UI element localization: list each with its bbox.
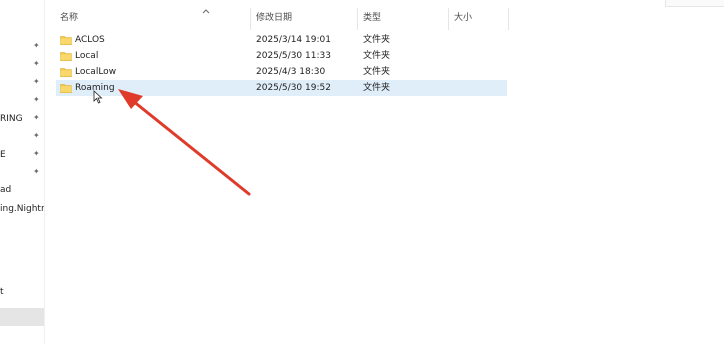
nav-item-label[interactable]: RING xyxy=(0,113,23,125)
column-header-name[interactable]: 名称 xyxy=(55,8,250,30)
file-modified: 2025/3/14 19:01 xyxy=(256,35,331,45)
file-type: 文件夹 xyxy=(363,83,391,93)
pin-icon[interactable]: ✦ xyxy=(33,168,41,176)
column-header-size[interactable]: 大小 xyxy=(449,8,509,30)
file-type: 文件夹 xyxy=(363,51,391,61)
pin-icon[interactable]: ✦ xyxy=(33,114,41,122)
file-modified: 2025/4/3 18:30 xyxy=(256,67,326,77)
column-header-modified[interactable]: 修改日期 xyxy=(251,8,357,30)
file-modified: 2025/5/30 19:52 xyxy=(256,83,331,93)
nav-item-label[interactable]: t xyxy=(0,286,4,298)
file-row[interactable]: ACLOS 2025/3/14 19:01 文件夹 xyxy=(56,32,507,48)
file-row[interactable]: Local 2025/5/30 11:33 文件夹 xyxy=(56,48,507,64)
file-name: Local xyxy=(75,51,99,61)
nav-selected-item[interactable] xyxy=(0,308,44,326)
file-type: 文件夹 xyxy=(363,67,391,77)
file-row-selected[interactable]: Roaming 2025/5/30 19:52 文件夹 xyxy=(56,80,507,96)
file-name: LocalLow xyxy=(75,67,117,77)
file-explorer-window: ✦ ✦ ✦ ✦ ✦ ✦ ✦ ✦ RING E ad ing.Nightr t 名… xyxy=(0,0,724,344)
folder-icon xyxy=(60,52,72,61)
pin-icon[interactable]: ✦ xyxy=(33,150,41,158)
nav-item-label[interactable]: ad xyxy=(0,184,11,196)
pin-icon[interactable]: ✦ xyxy=(33,78,41,86)
file-name: ACLOS xyxy=(75,35,105,45)
file-row[interactable]: LocalLow 2025/4/3 18:30 文件夹 xyxy=(56,64,507,80)
column-header-row: 名称 修改日期 类型 大小 xyxy=(55,8,510,30)
nav-item-label[interactable]: E xyxy=(0,149,6,161)
folder-icon xyxy=(60,84,72,93)
column-header-type[interactable]: 类型 xyxy=(358,8,448,30)
file-modified: 2025/5/30 11:33 xyxy=(256,51,331,61)
pin-icon[interactable]: ✦ xyxy=(33,42,41,50)
folder-icon xyxy=(60,68,72,77)
navigation-pane: ✦ ✦ ✦ ✦ ✦ ✦ ✦ ✦ RING E ad ing.Nightr t xyxy=(0,0,45,344)
pin-icon[interactable]: ✦ xyxy=(33,60,41,68)
window-edge xyxy=(665,0,724,7)
pin-icon[interactable]: ✦ xyxy=(33,132,41,140)
column-divider[interactable] xyxy=(508,8,509,30)
pin-icon[interactable]: ✦ xyxy=(33,96,41,104)
top-strip xyxy=(0,0,724,6)
mouse-cursor-icon xyxy=(93,90,103,104)
nav-item-label[interactable]: ing.Nightr xyxy=(0,203,44,215)
folder-icon xyxy=(60,36,72,45)
file-type: 文件夹 xyxy=(363,35,391,45)
